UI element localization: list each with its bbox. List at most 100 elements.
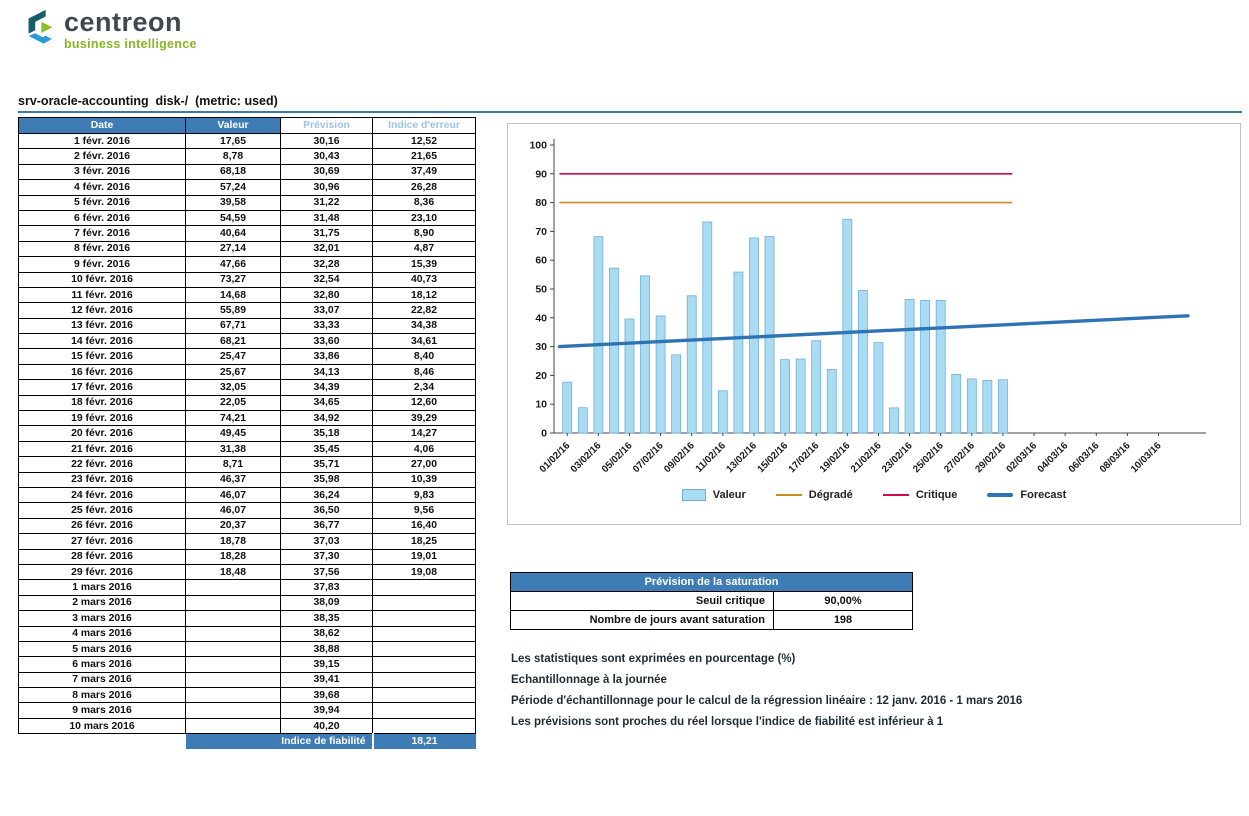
table-cell: 12 févr. 2016 bbox=[19, 303, 186, 318]
table-cell bbox=[373, 718, 476, 733]
table-cell: 21,65 bbox=[373, 149, 476, 164]
legend-item-forecast: Forecast bbox=[987, 489, 1066, 501]
table-cell bbox=[186, 626, 281, 641]
table-cell: 1 mars 2016 bbox=[19, 580, 186, 595]
table-cell bbox=[373, 595, 476, 610]
table-cell: 55,89 bbox=[186, 303, 281, 318]
table-cell: 35,98 bbox=[281, 472, 373, 487]
legend-item-critique: Critique bbox=[883, 489, 958, 501]
table-cell: 26 févr. 2016 bbox=[19, 518, 186, 533]
svg-text:15/02/16: 15/02/16 bbox=[755, 440, 790, 475]
table-row: 5 févr. 201639,5831,228,36 bbox=[19, 195, 476, 210]
table-row: 8 mars 201639,68 bbox=[19, 688, 476, 703]
table-cell: 37,30 bbox=[281, 549, 373, 564]
table-cell: 24 févr. 2016 bbox=[19, 487, 186, 502]
table-row: 16 févr. 201625,6734,138,46 bbox=[19, 364, 476, 379]
table-cell: 46,07 bbox=[186, 487, 281, 502]
table-cell: 2 mars 2016 bbox=[19, 595, 186, 610]
table-cell: 5 mars 2016 bbox=[19, 641, 186, 656]
title-underline bbox=[18, 111, 1242, 113]
table-cell: 39,58 bbox=[186, 195, 281, 210]
svg-text:20: 20 bbox=[535, 370, 547, 382]
table-cell: 25,67 bbox=[186, 364, 281, 379]
table-cell: 4 févr. 2016 bbox=[19, 180, 186, 195]
table-cell: 1 févr. 2016 bbox=[19, 134, 186, 149]
table-cell bbox=[373, 703, 476, 718]
table-cell: 31,75 bbox=[281, 226, 373, 241]
table-cell: 20 févr. 2016 bbox=[19, 426, 186, 441]
table-cell: 14,68 bbox=[186, 287, 281, 302]
table-cell: 9,83 bbox=[373, 487, 476, 502]
table-row: 17 févr. 201632,0534,392,34 bbox=[19, 380, 476, 395]
table-cell: 4 mars 2016 bbox=[19, 626, 186, 641]
degrade-line-swatch bbox=[776, 494, 802, 496]
table-cell: 5 févr. 2016 bbox=[19, 195, 186, 210]
table-row: 20 févr. 201649,4535,1814,27 bbox=[19, 426, 476, 441]
svg-text:25/02/16: 25/02/16 bbox=[911, 440, 946, 475]
table-cell: 38,09 bbox=[281, 595, 373, 610]
valeur-swatch bbox=[682, 489, 706, 501]
table-cell: 39,94 bbox=[281, 703, 373, 718]
table-cell: 18,25 bbox=[373, 534, 476, 549]
table-cell: 39,41 bbox=[281, 672, 373, 687]
table-row: 26 févr. 201620,3736,7716,40 bbox=[19, 518, 476, 533]
svg-text:01/02/16: 01/02/16 bbox=[538, 440, 573, 475]
table-cell: 10 mars 2016 bbox=[19, 718, 186, 733]
table-cell: 16,40 bbox=[373, 518, 476, 533]
table-row: 23 févr. 201646,3735,9810,39 bbox=[19, 472, 476, 487]
footer-empty-cell bbox=[19, 734, 186, 749]
table-cell: 2 févr. 2016 bbox=[19, 149, 186, 164]
table-cell: 35,18 bbox=[281, 426, 373, 441]
table-cell: 22,82 bbox=[373, 303, 476, 318]
svg-text:30: 30 bbox=[535, 341, 547, 353]
table-row: 9 févr. 201647,6632,2815,39 bbox=[19, 257, 476, 272]
table-cell: 18,48 bbox=[186, 564, 281, 579]
svg-text:03/02/16: 03/02/16 bbox=[569, 440, 604, 475]
table-cell: 15 févr. 2016 bbox=[19, 349, 186, 364]
table-row: Nombre de jours avant saturation 198 bbox=[511, 611, 913, 630]
svg-text:02/03/16: 02/03/16 bbox=[1004, 440, 1039, 475]
svg-text:08/03/16: 08/03/16 bbox=[1098, 440, 1133, 475]
table-row: 10 mars 201640,20 bbox=[19, 718, 476, 733]
table-cell: 37,83 bbox=[281, 580, 373, 595]
svg-text:06/03/16: 06/03/16 bbox=[1067, 440, 1102, 475]
table-cell: 7 mars 2016 bbox=[19, 672, 186, 687]
table-row: 27 févr. 201618,7837,0318,25 bbox=[19, 534, 476, 549]
critical-threshold-label: Seuil critique bbox=[511, 592, 774, 611]
legend-label-degrade: Dégradé bbox=[809, 489, 853, 501]
svg-text:0: 0 bbox=[541, 428, 547, 440]
table-cell: 30,96 bbox=[281, 180, 373, 195]
table-cell: 34,13 bbox=[281, 364, 373, 379]
table-cell: 18,78 bbox=[186, 534, 281, 549]
svg-text:27/02/16: 27/02/16 bbox=[942, 440, 977, 475]
table-cell: 14,27 bbox=[373, 426, 476, 441]
legend-label-critique: Critique bbox=[916, 489, 958, 501]
table-row: 22 févr. 20168,7135,7127,00 bbox=[19, 457, 476, 472]
page-title: srv-oracle-accounting disk-/ (metric: us… bbox=[18, 94, 278, 108]
table-row: 29 févr. 201618,4837,5619,08 bbox=[19, 564, 476, 579]
svg-text:07/02/16: 07/02/16 bbox=[631, 440, 666, 475]
table-cell: 19,08 bbox=[373, 564, 476, 579]
svg-text:29/02/16: 29/02/16 bbox=[973, 440, 1008, 475]
table-cell: 39,15 bbox=[281, 657, 373, 672]
centreon-logo: centreon business intelligence bbox=[20, 8, 197, 51]
reliability-index-label: Indice de fiabilité bbox=[186, 734, 373, 749]
table-cell: 34,39 bbox=[281, 380, 373, 395]
table-row: 7 mars 2016 39,41 bbox=[19, 672, 476, 687]
table-cell: 32,28 bbox=[281, 257, 373, 272]
svg-text:80: 80 bbox=[535, 197, 547, 209]
svg-text:50: 50 bbox=[535, 284, 547, 296]
table-cell: 57,24 bbox=[186, 180, 281, 195]
table-cell bbox=[186, 611, 281, 626]
table-cell: 25 févr. 2016 bbox=[19, 503, 186, 518]
svg-text:21/02/16: 21/02/16 bbox=[849, 440, 884, 475]
table-cell: 12,52 bbox=[373, 134, 476, 149]
table-cell: 49,45 bbox=[186, 426, 281, 441]
table-cell: 37,49 bbox=[373, 164, 476, 179]
table-cell: 6 févr. 2016 bbox=[19, 210, 186, 225]
saturation-header-row: Prévision de la saturation bbox=[511, 573, 913, 592]
column-header-erreur: Indice d'erreur bbox=[373, 118, 476, 134]
table-cell bbox=[373, 672, 476, 687]
table-row: 14 févr. 201668,2133,6034,61 bbox=[19, 334, 476, 349]
table-cell: 12,60 bbox=[373, 395, 476, 410]
